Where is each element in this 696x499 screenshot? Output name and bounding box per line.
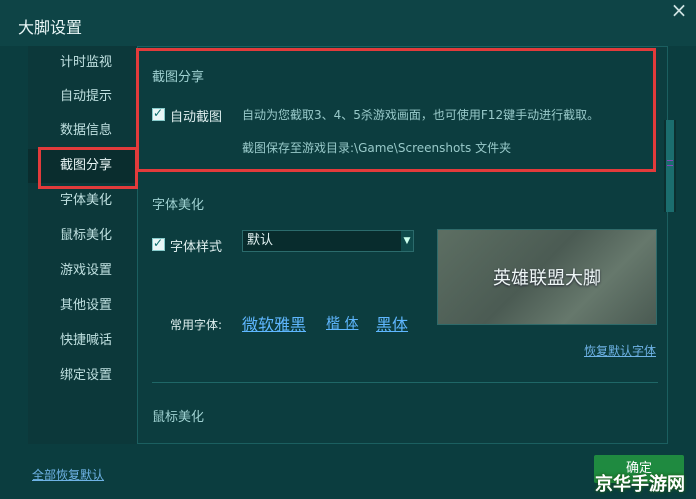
sidebar-item-mouse[interactable]: 鼠标美化 (28, 219, 138, 253)
scrollbar[interactable] (664, 120, 676, 212)
window-title: 大脚设置 (18, 18, 83, 37)
font-option-kaiti[interactable]: 楷 体 (326, 313, 358, 333)
watermark-logo: 京华手游网 (595, 474, 685, 495)
sidebar-item-font[interactable]: 字体美化 (28, 184, 138, 218)
sidebar: 计时监视 自动提示 数据信息 截图分享 字体美化 鼠标美化 游戏设置 其他设置 … (28, 46, 138, 444)
sidebar-item-data[interactable]: 数据信息 (28, 114, 138, 148)
section-divider (152, 382, 658, 383)
sidebar-item-timer[interactable]: 计时监视 (28, 46, 138, 80)
font-option-yahei[interactable]: 微软雅黑 (242, 311, 306, 335)
font-style-select[interactable]: 默认 ▼ (242, 230, 414, 252)
scrollbar-grip-icon (667, 160, 673, 166)
sidebar-item-chat[interactable]: 快捷喊话 (28, 324, 138, 358)
sidebar-item-tips[interactable]: 自动提示 (28, 80, 138, 114)
font-style-select-value: 默认 (247, 233, 274, 248)
font-option-heiti[interactable]: 黑体 (376, 311, 408, 335)
chevron-down-icon[interactable]: ▼ (401, 231, 413, 251)
scrollbar-thumb[interactable] (666, 120, 674, 212)
font-style-label: 字体样式 (170, 240, 223, 255)
font-preview: 英雄联盟大脚 (437, 229, 657, 325)
common-font-label: 常用字体: (170, 318, 223, 332)
highlight-sidebar-item (38, 147, 138, 189)
sidebar-item-game[interactable]: 游戏设置 (28, 254, 138, 288)
close-icon[interactable]: × (668, 0, 690, 22)
restore-all-defaults-link[interactable]: 全部恢复默认 (32, 466, 104, 483)
sidebar-item-binding[interactable]: 绑定设置 (28, 359, 138, 393)
restore-default-font-link[interactable]: 恢复默认字体 (584, 342, 656, 359)
title-bar: 大脚设置 × (0, 0, 696, 46)
font-preview-text: 英雄联盟大脚 (493, 268, 601, 289)
section-title-mouse: 鼠标美化 (152, 410, 205, 425)
highlight-screenshot-section (136, 48, 656, 172)
section-title-font: 字体美化 (152, 198, 205, 213)
font-style-checkbox[interactable] (152, 236, 165, 251)
sidebar-item-other[interactable]: 其他设置 (28, 289, 138, 323)
